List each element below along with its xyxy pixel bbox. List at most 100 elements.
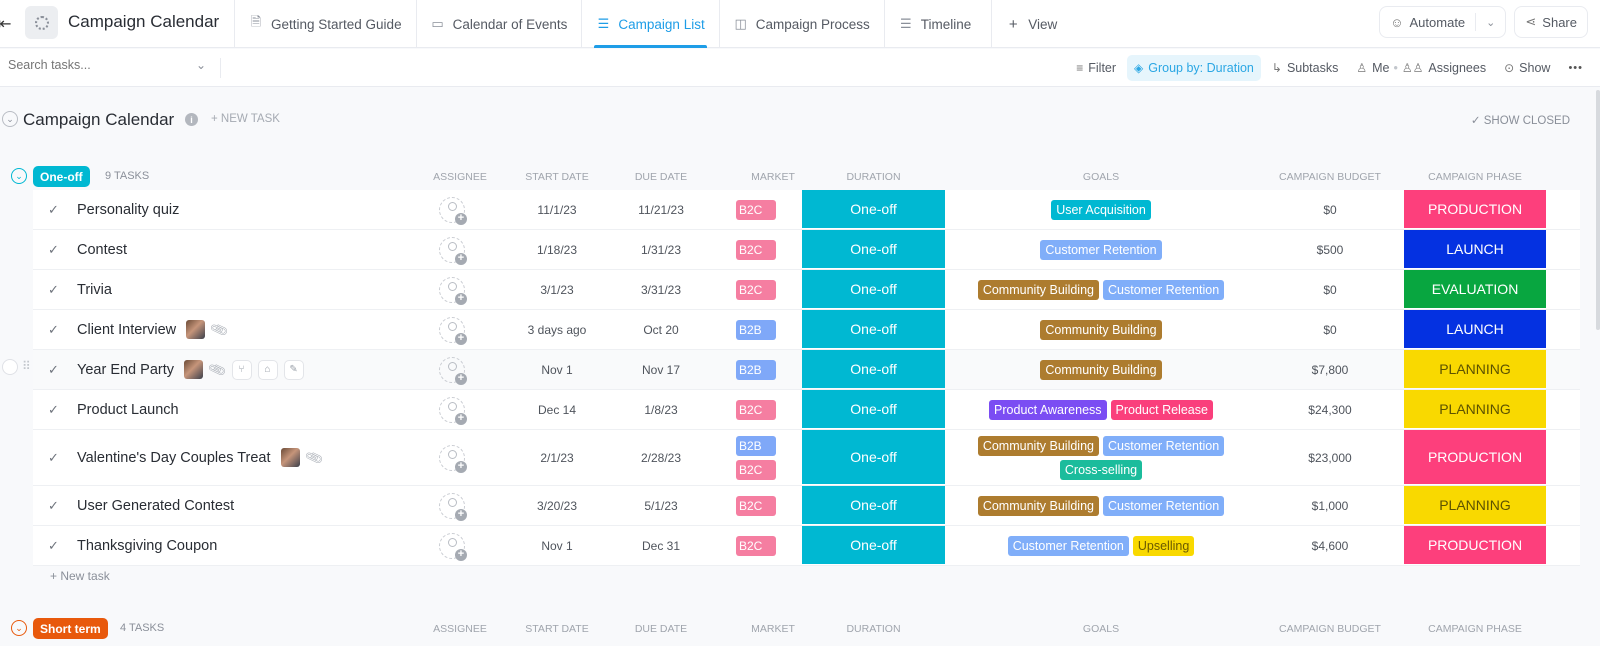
task-name-cell[interactable]: Year End Party 📎︎ ⑂ ⌂ ✎	[77, 350, 304, 389]
due-date[interactable]: Nov 17	[609, 350, 713, 389]
assignee-cell[interactable]	[438, 270, 467, 309]
task-name[interactable]: Year End Party	[77, 362, 174, 378]
campaign-budget[interactable]: $500	[1278, 230, 1382, 269]
goal-tag[interactable]: Product Awareness	[989, 399, 1107, 420]
task-name-cell[interactable]: User Generated Contest	[77, 486, 234, 525]
duration-cell[interactable]: One-off	[802, 486, 945, 524]
column-header-goals[interactable]: GOALS	[946, 623, 1256, 635]
complete-checkmark-icon[interactable]: ✓	[48, 486, 59, 525]
add-assignee-icon[interactable]	[439, 356, 467, 385]
add-tag-button[interactable]: ⌂	[257, 359, 278, 380]
filter-button[interactable]: ≡ Filter	[1069, 55, 1123, 81]
task-name-cell[interactable]: Personality quiz	[77, 190, 179, 229]
goal-tag[interactable]: Cross-selling	[1059, 459, 1143, 480]
campaign-phase-production[interactable]: PRODUCTION	[1404, 526, 1546, 564]
due-date[interactable]: Oct 20	[609, 310, 713, 349]
show-button[interactable]: ⊙ Show	[1497, 55, 1557, 81]
space-icon[interactable]	[25, 6, 58, 39]
market-cell[interactable]: B2B	[736, 350, 776, 389]
assignee-cell[interactable]	[438, 190, 467, 229]
complete-checkmark-icon[interactable]: ✓	[48, 430, 59, 485]
new-task-button[interactable]: + NEW TASK	[211, 113, 280, 125]
add-view-button[interactable]: + View	[991, 0, 1071, 48]
complete-checkmark-icon[interactable]: ✓	[48, 230, 59, 269]
complete-checkmark-icon[interactable]: ✓	[48, 526, 59, 565]
more-options-button[interactable]: •••	[1561, 55, 1590, 81]
campaign-budget[interactable]: $24,300	[1278, 390, 1382, 429]
duration-cell[interactable]: One-off	[802, 430, 945, 484]
add-assignee-icon[interactable]	[439, 444, 467, 473]
market-cell[interactable]: B2C	[736, 230, 776, 269]
column-header-budget[interactable]: CAMPAIGN BUDGET	[1250, 171, 1410, 183]
column-header-duration[interactable]: DURATION	[802, 171, 945, 183]
goal-tag[interactable]: Customer Retention	[1103, 495, 1225, 516]
campaign-budget[interactable]: $4,600	[1278, 526, 1382, 565]
market-cell[interactable]: B2B	[736, 310, 776, 349]
market-cell[interactable]: B2C	[736, 390, 776, 429]
vertical-scrollbar[interactable]	[1596, 90, 1600, 330]
row-select-checkbox[interactable]	[2, 359, 18, 375]
market-tag[interactable]: B2C	[736, 459, 776, 480]
market-cell[interactable]: B2C	[736, 526, 776, 565]
add-assignee-icon[interactable]	[439, 396, 467, 425]
task-name-cell[interactable]: Product Launch	[77, 390, 179, 429]
share-button[interactable]: ⋖ Share	[1514, 6, 1588, 38]
goal-tag[interactable]: Community Building	[977, 435, 1099, 456]
goals-cell[interactable]: Community Building	[946, 310, 1256, 349]
market-tag[interactable]: B2C	[736, 495, 776, 516]
task-row[interactable]: ✓Product LaunchDec 141/8/23B2COne-offPro…	[33, 390, 1580, 430]
task-row[interactable]: ✓ Contest 1/18/231/31/23 B2C One-off Customer…	[33, 230, 1580, 270]
column-header-phase[interactable]: CAMPAIGN PHASE	[1404, 171, 1546, 183]
start-date[interactable]: 1/18/23	[505, 230, 609, 269]
info-icon[interactable]: i	[185, 113, 198, 126]
assignees-label[interactable]: Assignees	[1428, 61, 1486, 75]
column-header-assignee[interactable]: ASSIGNEE	[420, 171, 500, 183]
group-by-button[interactable]: ◈ Group by: Duration	[1127, 55, 1261, 81]
column-header-start-date[interactable]: START DATE	[505, 623, 609, 635]
complete-checkmark-icon[interactable]: ✓	[48, 190, 59, 229]
show-closed-button[interactable]: ✓ SHOW CLOSED	[1471, 113, 1570, 127]
task-row[interactable]: ✓ Client Interview 📎︎ 3 days agoOct 20 B2B On…	[33, 310, 1580, 350]
tab-campaign-process[interactable]: ◫ Campaign Process	[718, 0, 884, 48]
campaign-phase-planning[interactable]: PLANNING	[1404, 390, 1546, 428]
task-name[interactable]: Valentine's Day Couples Treat	[77, 450, 271, 466]
task-name[interactable]: Thanksgiving Coupon	[77, 538, 217, 554]
goal-tag[interactable]: Community Building	[977, 495, 1099, 516]
column-header-market[interactable]: MARKET	[733, 623, 813, 635]
due-date[interactable]: 1/8/23	[609, 390, 713, 429]
column-header-market[interactable]: MARKET	[733, 171, 813, 183]
column-header-phase[interactable]: CAMPAIGN PHASE	[1404, 623, 1546, 635]
task-name[interactable]: Trivia	[77, 282, 112, 298]
goal-tag[interactable]: Product Release	[1110, 399, 1213, 420]
goal-tag[interactable]: Upselling	[1132, 535, 1195, 556]
start-date[interactable]: 3/1/23	[505, 270, 609, 309]
add-assignee-icon[interactable]	[439, 196, 467, 225]
goals-cell[interactable]: Community Building Customer Retention	[946, 270, 1256, 309]
tab-timeline[interactable]: ☰ Timeline	[883, 0, 986, 48]
due-date[interactable]: 2/28/23	[609, 430, 713, 485]
rename-button[interactable]: ✎	[283, 359, 304, 380]
collapse-group-toggle[interactable]: ⌄	[11, 168, 27, 184]
me-button[interactable]: ♙ Me • ♙♙ Assignees	[1349, 55, 1493, 81]
campaign-budget[interactable]: $0	[1278, 190, 1382, 229]
market-tag[interactable]: B2C	[736, 535, 776, 556]
complete-checkmark-icon[interactable]: ✓	[48, 310, 59, 349]
automate-button[interactable]: ☺ Automate ⌄	[1379, 6, 1507, 38]
duration-cell[interactable]: One-off	[802, 190, 945, 228]
column-header-assignee[interactable]: ASSIGNEE	[420, 623, 500, 635]
start-date[interactable]: 3 days ago	[505, 310, 609, 349]
campaign-budget[interactable]: $0	[1278, 270, 1382, 309]
task-name-cell[interactable]: Client Interview 📎︎	[77, 310, 230, 349]
market-cell[interactable]: B2B B2C	[736, 430, 776, 485]
goals-cell[interactable]: Community Building Customer Retention	[946, 486, 1256, 525]
assignee-cell[interactable]	[438, 310, 467, 349]
goal-tag[interactable]: Community Building	[1040, 359, 1162, 380]
campaign-phase-launch[interactable]: LAUNCH	[1404, 310, 1546, 348]
add-subtask-button[interactable]: ⑂	[231, 359, 252, 380]
assignee-cell[interactable]	[438, 390, 467, 429]
campaign-budget[interactable]: $1,000	[1278, 486, 1382, 525]
complete-checkmark-icon[interactable]: ✓	[48, 270, 59, 309]
task-row[interactable]: ✓ User Generated Contest 3/20/235/1/23 B2C O…	[33, 486, 1580, 526]
market-cell[interactable]: B2C	[736, 270, 776, 309]
duration-cell[interactable]: One-off	[802, 270, 945, 308]
